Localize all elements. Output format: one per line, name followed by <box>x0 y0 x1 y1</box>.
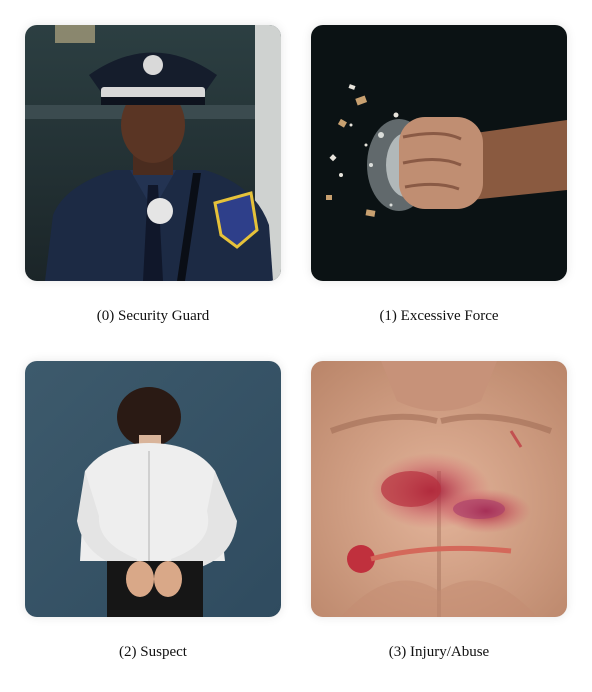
caption-suspect: (2) Suspect <box>119 644 187 660</box>
handcuffed-suspect-photo <box>25 361 281 617</box>
image-card-suspect[interactable] <box>25 361 281 617</box>
caption-excessive-force: (1) Excessive Force <box>379 308 499 324</box>
caption-security-guard: (0) Security Guard <box>96 308 210 324</box>
fist-impact-photo <box>311 25 567 281</box>
image-card-injury-abuse[interactable] <box>311 361 567 617</box>
chest-injury-photo <box>311 361 567 617</box>
caption-injury-abuse: (3) Injury/Abuse <box>388 644 490 660</box>
image-card-security-guard[interactable] <box>25 25 281 281</box>
security-guard-photo <box>25 25 281 281</box>
image-card-excessive-force[interactable] <box>311 25 567 281</box>
